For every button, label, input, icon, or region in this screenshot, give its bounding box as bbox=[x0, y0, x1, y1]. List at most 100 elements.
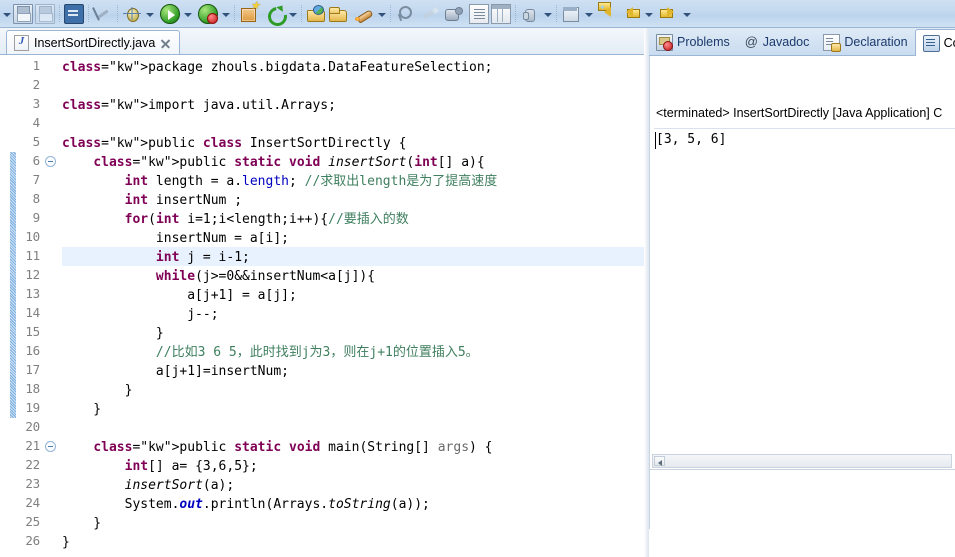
external-tools-button[interactable] bbox=[197, 2, 219, 26]
line-number: 18 bbox=[25, 381, 40, 396]
code-line: System.out.println(Arrays.toString(a)); bbox=[62, 497, 430, 512]
annotate-button[interactable] bbox=[442, 2, 464, 26]
refresh-dropdown-arrow[interactable] bbox=[286, 4, 298, 24]
save-button[interactable] bbox=[12, 2, 34, 26]
line-number: 21 bbox=[25, 438, 40, 453]
hand-pointer-icon bbox=[520, 4, 540, 24]
fold-collapse-icon[interactable] bbox=[45, 156, 56, 167]
line-number: 20 bbox=[25, 419, 40, 434]
line-number: 22 bbox=[25, 457, 40, 472]
toolbar-separator-7 bbox=[515, 4, 516, 23]
table-button[interactable] bbox=[490, 2, 512, 26]
fold-collapse-icon[interactable] bbox=[45, 441, 56, 452]
editor-tab-label: InsertSortDirectly.java bbox=[34, 36, 156, 50]
toolbar-separator-6 bbox=[390, 4, 391, 23]
new-wizard-icon bbox=[239, 1, 260, 24]
refresh-button[interactable] bbox=[264, 2, 286, 26]
tab-console[interactable]: Con bbox=[914, 29, 955, 56]
toolbar-separator-1 bbox=[59, 4, 60, 23]
console-output: [3, 5, 6] bbox=[656, 132, 727, 147]
perspective-window-icon bbox=[561, 4, 581, 24]
debug-dropdown-arrow[interactable] bbox=[143, 4, 155, 24]
debug-bug-icon bbox=[122, 4, 142, 24]
console-horizontal-scrollbar[interactable] bbox=[652, 454, 952, 468]
line-number: 6 bbox=[32, 153, 41, 168]
line-number: 12 bbox=[25, 267, 40, 282]
save-all-icon bbox=[35, 3, 55, 24]
code-line: j--; bbox=[62, 307, 219, 322]
open-resource-button[interactable] bbox=[327, 2, 349, 26]
save-all-button[interactable] bbox=[34, 2, 56, 26]
back-button[interactable] bbox=[598, 1, 620, 26]
line-number: 14 bbox=[25, 305, 40, 320]
run-dropdown-arrow[interactable] bbox=[181, 4, 193, 24]
open-console-button[interactable] bbox=[63, 2, 85, 26]
tab-declaration[interactable]: Declaration bbox=[816, 29, 914, 55]
code-line: class="kw">package zhouls.bigdata.DataFe… bbox=[62, 60, 493, 75]
annotate-icon bbox=[443, 4, 463, 24]
line-number: 23 bbox=[25, 476, 40, 491]
editor-tabbar: InsertSortDirectly.java bbox=[0, 28, 648, 55]
debug-button[interactable] bbox=[121, 2, 143, 26]
code-line: //比如3 6 5，此时找到j为3，则在j+1的位置插入5。 bbox=[155, 345, 479, 360]
forward-button[interactable] bbox=[658, 2, 680, 26]
run-button[interactable] bbox=[159, 2, 181, 26]
line-number: 1 bbox=[32, 58, 41, 73]
code-line: class="kw">public class InsertSortDirect… bbox=[62, 136, 407, 151]
line-number: 17 bbox=[25, 362, 40, 377]
marker-bar[interactable] bbox=[0, 55, 17, 557]
search-button[interactable] bbox=[394, 2, 416, 26]
forward-dropdown-arrow[interactable] bbox=[680, 4, 692, 24]
external-tools-dropdown-arrow[interactable] bbox=[219, 4, 231, 24]
code-line: class="kw">import java.util.Arrays; bbox=[62, 98, 336, 113]
toolbar-dropdown-arrow-0[interactable] bbox=[0, 4, 12, 24]
javadoc-at-icon bbox=[744, 33, 759, 50]
document-lines-icon bbox=[469, 3, 489, 24]
console-tab-icon bbox=[922, 34, 940, 52]
open-folder-blue-icon bbox=[306, 4, 326, 24]
scroll-left-icon[interactable] bbox=[654, 456, 665, 466]
code-line: class="kw">public static void main(Strin… bbox=[93, 440, 493, 455]
perspective-dropdown-arrow[interactable] bbox=[582, 4, 594, 24]
refresh-icon bbox=[265, 4, 285, 24]
console-view: Problems Javadoc Declaration Con <termin… bbox=[649, 28, 955, 557]
back-history-button[interactable] bbox=[620, 2, 642, 26]
rocket-button[interactable] bbox=[353, 2, 375, 26]
source-code[interactable]: class="kw">package zhouls.bigdata.DataFe… bbox=[62, 55, 648, 557]
java-editor: InsertSortDirectly.java 1234567891011121… bbox=[0, 28, 648, 557]
editor-tab-insertsortdirectly[interactable]: InsertSortDirectly.java bbox=[6, 30, 181, 55]
tab-problems[interactable]: Problems bbox=[649, 29, 737, 55]
line-number: 15 bbox=[25, 324, 40, 339]
line-number: 11 bbox=[25, 248, 40, 263]
rocket-dropdown-arrow[interactable] bbox=[375, 4, 387, 24]
rocket-icon bbox=[354, 4, 374, 24]
brush-icon bbox=[421, 4, 441, 24]
outline-button[interactable] bbox=[468, 2, 490, 26]
code-line: int j = i-1; bbox=[155, 250, 250, 265]
line-number: 19 bbox=[25, 400, 40, 415]
line-number-ruler[interactable]: 1 2 3 4 5 6 7 8 9 10 11 12 13 14 15 16 17 18 19 20 21 22 23 24 2… bbox=[16, 55, 62, 557]
console-icon bbox=[64, 3, 84, 24]
console-bottom-border bbox=[650, 469, 955, 470]
open-type-button[interactable] bbox=[305, 2, 327, 26]
tab-javadoc[interactable]: Javadoc bbox=[737, 29, 817, 55]
perspective-button[interactable] bbox=[560, 2, 582, 26]
problems-icon bbox=[656, 33, 673, 51]
pointer-button[interactable] bbox=[519, 2, 541, 26]
brush-button[interactable] bbox=[420, 2, 442, 26]
java-file-icon bbox=[14, 35, 29, 51]
tab-problems-label: Problems bbox=[677, 35, 730, 49]
line-number: 24 bbox=[25, 495, 40, 510]
toggle-link-button[interactable] bbox=[92, 2, 114, 26]
toolbar-separator-2 bbox=[88, 4, 89, 23]
console-body[interactable]: <terminated> InsertSortDirectly [Java Ap… bbox=[649, 56, 955, 529]
pointer-dropdown-arrow[interactable] bbox=[541, 4, 553, 24]
line-number: 8 bbox=[32, 191, 41, 206]
new-wizard-button[interactable] bbox=[238, 1, 260, 26]
code-line: for(int i=1;i<length;i++){//要插入的数 bbox=[124, 212, 409, 227]
back-dropdown-arrow[interactable] bbox=[642, 4, 654, 24]
tab-console-label: Con bbox=[943, 36, 955, 50]
close-icon[interactable] bbox=[160, 38, 171, 49]
code-line: int length = a.length; //求取出length是为了提高速… bbox=[124, 174, 498, 189]
code-viewport[interactable]: 1 2 3 4 5 6 7 8 9 10 11 12 13 14 15 16 17 18 19 20 21 22 23 24 2… bbox=[0, 55, 648, 557]
